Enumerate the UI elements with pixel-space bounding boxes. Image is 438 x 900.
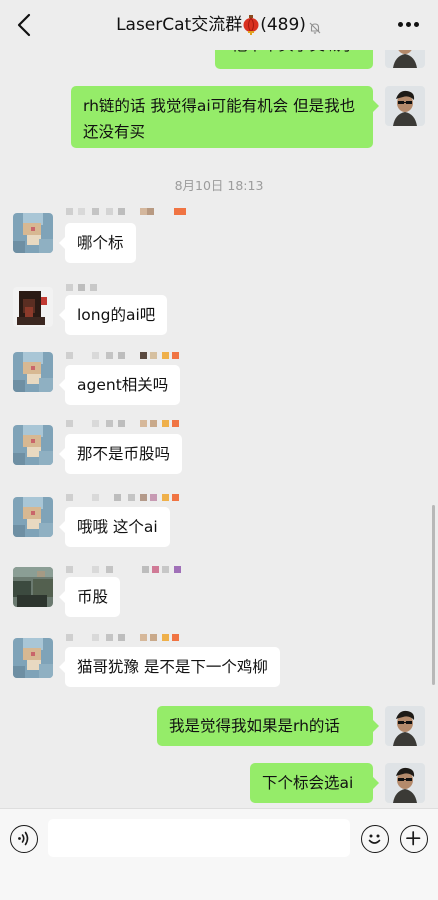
message-bubble-incoming[interactable]: 哪个标	[59, 223, 136, 263]
message-bubble-outgoing[interactable]: 下个标会选ai	[250, 763, 379, 803]
member-avatar[interactable]	[13, 638, 53, 678]
self-avatar[interactable]	[385, 763, 425, 803]
member-avatar[interactable]	[13, 425, 53, 465]
member-avatar[interactable]	[13, 567, 53, 607]
blurred-nickname	[66, 352, 190, 364]
self-avatar[interactable]	[385, 86, 425, 126]
chat-title: LaserCat交流群 (489)	[0, 13, 438, 37]
more-functions-button[interactable]	[400, 825, 428, 853]
chat-area[interactable]: 他下午买了交喊了 rh链的话 我觉得ai可能有机会 但是我也还没有买 8月10日…	[0, 0, 438, 808]
message-input[interactable]	[48, 819, 350, 857]
bell-off-icon	[308, 18, 322, 34]
input-bar	[0, 808, 438, 900]
message-bubble-outgoing[interactable]: 我是觉得我如果是rh的话	[157, 706, 379, 746]
emoji-icon	[368, 834, 381, 844]
message-bubble-incoming[interactable]: long的ai吧	[58, 295, 168, 335]
message-bubble-outgoing[interactable]: rh链的话 我觉得ai可能有机会 但是我也还没有买	[71, 86, 379, 148]
blurred-nickname	[66, 634, 190, 646]
member-avatar[interactable]	[13, 287, 53, 327]
group-name: LaserCat交流群	[116, 15, 243, 35]
blurred-nickname	[66, 420, 190, 432]
message-bubble-incoming[interactable]: 猫哥犹豫 是不是下一个鸡柳	[59, 647, 280, 687]
more-options-button[interactable]	[398, 22, 420, 28]
chat-header: LaserCat交流群 (489)	[0, 0, 438, 50]
plus-icon	[406, 831, 421, 846]
member-avatar[interactable]	[13, 497, 53, 537]
self-avatar[interactable]	[385, 706, 425, 746]
member-avatar[interactable]	[13, 213, 53, 253]
message-bubble-incoming[interactable]: 币股	[58, 577, 121, 617]
emoji-button[interactable]	[361, 825, 389, 853]
blurred-nickname	[66, 208, 190, 220]
red-lantern-icon	[242, 15, 260, 35]
chat-timestamp: 8月10日 18:13	[174, 178, 264, 193]
voice-button[interactable]	[10, 825, 38, 853]
blurred-nickname	[66, 494, 190, 506]
message-bubble-incoming[interactable]: 哦哦 这个ai	[59, 507, 170, 547]
chat-scrollbar[interactable]	[432, 505, 435, 685]
member-count: (489)	[260, 15, 306, 35]
member-avatar[interactable]	[13, 352, 53, 392]
message-bubble-incoming[interactable]: agent相关吗	[58, 365, 181, 405]
voice-icon	[18, 831, 29, 846]
message-bubble-incoming[interactable]: 那不是币股吗	[58, 434, 183, 474]
